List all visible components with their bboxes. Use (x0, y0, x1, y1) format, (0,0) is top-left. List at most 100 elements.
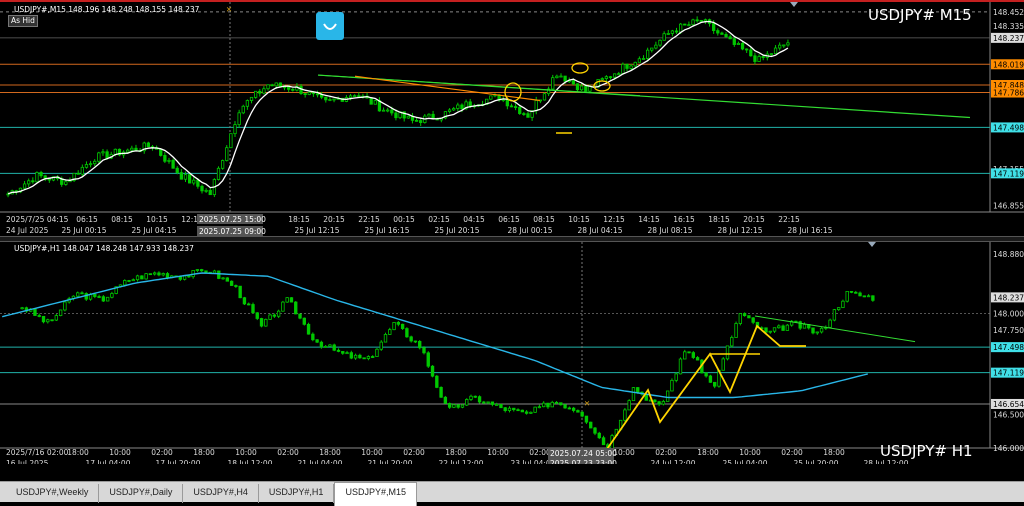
h1-candle (212, 270, 217, 274)
h1-time-label: 02:00 (781, 448, 803, 457)
h1-candle (571, 407, 576, 411)
h1-candle (152, 272, 157, 275)
tab-h4[interactable]: USDJPY#,H4 (183, 484, 259, 503)
h1-candle (144, 273, 148, 280)
h1-candle (430, 365, 435, 377)
h1-time-label: 2025/7/16 02:00 (6, 448, 69, 457)
m15-chart-canvas[interactable]: ✕ 148.452148.335148.237148.019147.848147.… (0, 2, 1024, 236)
h1-chart-canvas[interactable]: ✕ 148.880 148.237 148.000 147.750 147.498 147.… (0, 242, 1024, 464)
m15-candle (348, 95, 353, 98)
h1-candle (101, 296, 106, 302)
m15-candle (245, 100, 250, 107)
m15-yellow-circle (504, 82, 522, 102)
m15-candle (196, 179, 200, 187)
h1-candle (653, 399, 657, 403)
smiley-expert-icon[interactable] (316, 12, 344, 40)
m15-candle (679, 23, 683, 33)
h1-candle (371, 356, 375, 358)
h1-candle (289, 297, 294, 303)
m15-candle (753, 55, 757, 62)
m15-candle (76, 172, 80, 175)
h1-crosshair-marker: ✕ (584, 399, 590, 408)
h1-candle (542, 402, 546, 408)
h1-candle (58, 309, 63, 316)
hide-button[interactable]: As Hid (8, 15, 38, 27)
h1-candle (409, 336, 413, 342)
h1-candle (276, 310, 281, 317)
m15-time-label: 12:15 (603, 215, 625, 224)
m15-candle (670, 30, 675, 34)
h1-candle (854, 291, 858, 294)
m15-candle (204, 189, 208, 192)
m15-candle (695, 19, 699, 22)
m15-time-label: 00:15 (393, 215, 415, 224)
m15-candle (80, 166, 84, 175)
m15-candle (534, 100, 538, 112)
m15-candle (542, 93, 547, 101)
h1-candle (683, 351, 687, 360)
h1-candle (242, 297, 247, 305)
h1-candle (781, 325, 785, 331)
m15-candle (571, 80, 576, 85)
h1-candle (524, 411, 529, 414)
m15-candle (456, 104, 460, 109)
h1-candle (460, 404, 465, 408)
h1-time-label: 10:00 (361, 448, 383, 457)
h1-candle (713, 381, 717, 387)
h1-candle (187, 275, 191, 278)
m15-candle (522, 113, 526, 115)
h1-candle (477, 396, 482, 403)
m15-candle (691, 19, 695, 26)
m15-candle (307, 91, 311, 95)
m15-time-label: 08:15 (111, 215, 133, 224)
m15-candle (579, 85, 584, 91)
m15-candle (703, 19, 708, 22)
tab-daily[interactable]: USDJPY#,Daily (99, 484, 184, 503)
h1-chart-pane[interactable]: ✕ 148.880 148.237 148.000 147.750 147.498 147.… (0, 242, 1024, 464)
h1-candle (832, 309, 837, 321)
m15-candle (105, 151, 109, 159)
h1-candle (221, 277, 225, 280)
h1-candle (298, 313, 302, 319)
m15-time-label: 22:15 (358, 215, 380, 224)
m15-chart-pane[interactable]: ✕ 148.452 148.335 148.237 148.019 147.848 147.… (0, 0, 1024, 236)
h1-candle (105, 296, 110, 302)
m15-candle (200, 185, 204, 192)
m15-price-tag: 147.119 (993, 169, 1024, 178)
h1-candle (294, 301, 298, 315)
h1-candle (738, 313, 743, 324)
h1-candle (332, 344, 336, 351)
m15-candle (130, 147, 134, 151)
tab-h1[interactable]: USDJPY#,H1 (259, 484, 335, 503)
h1-candle (413, 340, 418, 343)
m15-candle (526, 113, 530, 118)
m15-scroll-marker-icon (790, 2, 798, 7)
h1-candle (148, 273, 153, 276)
tab-weekly[interactable]: USDJPY#,Weekly (6, 484, 100, 503)
m15-candle (513, 106, 518, 108)
m15-candle (303, 93, 307, 96)
m15-candle (769, 53, 774, 56)
h1-candle (512, 407, 516, 411)
m15-candle (353, 95, 357, 98)
m15-candle (509, 105, 514, 108)
h1-candle (323, 345, 328, 348)
m15-time-label: 16:15 (673, 215, 695, 224)
m15-candle (732, 38, 736, 45)
h1-candle (217, 270, 221, 279)
h1-candle (405, 328, 409, 338)
h1-price-tag: 147.498 (993, 343, 1024, 352)
h1-price-label: 148.000 (993, 309, 1024, 318)
m15-candle (666, 33, 670, 35)
m15-date-label: 25 Jul 00:15 (62, 226, 107, 235)
chart-bottom-gap (0, 464, 1024, 481)
tab-m15[interactable]: USDJPY#,M15 (334, 482, 417, 506)
m15-time-label: 14:15 (638, 215, 660, 224)
m15-candle (179, 172, 184, 180)
h1-candle (200, 269, 204, 272)
h1-candle (319, 341, 324, 348)
m15-date-label: 28 Jul 08:15 (648, 226, 693, 235)
h1-time-label: 18:00 (697, 448, 719, 457)
h1-time-label: 10:00 (235, 448, 257, 457)
h1-candle (845, 291, 849, 302)
